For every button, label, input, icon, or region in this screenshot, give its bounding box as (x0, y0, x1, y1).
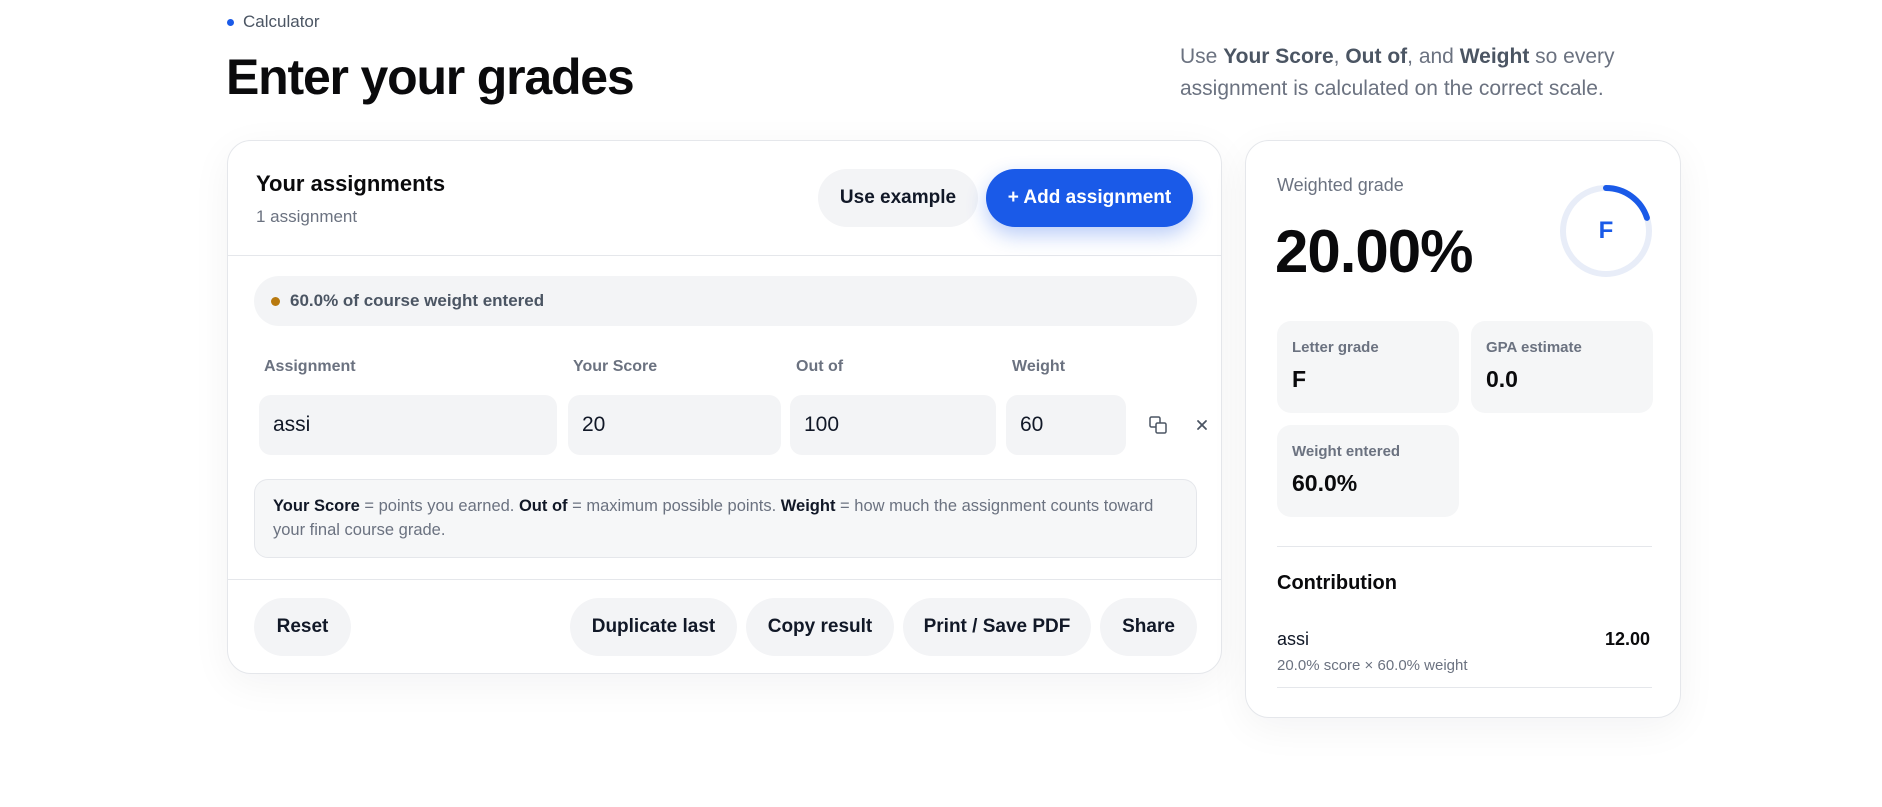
weight-entered-stat: Weight entered 60.0% (1277, 425, 1459, 517)
gpa-estimate-stat: GPA estimate 0.0 (1471, 321, 1653, 413)
grade-ring-letter: F (1598, 217, 1614, 244)
contribution-value: 12.00 (1604, 629, 1650, 649)
print-pdf-button[interactable]: Print / Save PDF (903, 598, 1091, 656)
bullet-dot-icon (227, 18, 234, 26)
assignments-card: Your assignments 1 assignment Use exampl… (227, 140, 1222, 674)
breadcrumb: Calculator (227, 12, 320, 32)
letter-grade-value: F (1292, 366, 1307, 392)
weighted-grade-value: 20.00% (1275, 218, 1473, 285)
gpa-estimate-value: 0.0 (1486, 366, 1518, 392)
share-button[interactable]: Share (1100, 598, 1197, 656)
duplicate-last-button[interactable]: Duplicate last (570, 598, 737, 656)
use-example-button[interactable]: Use example (818, 169, 978, 227)
reset-button[interactable]: Reset (254, 598, 351, 656)
intro-text: Use Your Score, Out of, and Weight so ev… (1180, 45, 1615, 100)
assignment-count: 1 assignment (256, 207, 358, 226)
weight-status-text: 60.0% of course weight entered (290, 291, 545, 310)
assignments-title: Your assignments (256, 171, 446, 196)
assignments-header: Your assignments 1 assignment Use exampl… (228, 141, 1221, 256)
weight-entered-value: 60.0% (1292, 470, 1358, 496)
column-header-outof: Out of (796, 358, 844, 375)
add-assignment-button[interactable]: + Add assignment (986, 169, 1193, 227)
weight-entered-label: Weight entered (1292, 443, 1401, 460)
letter-grade-label: Letter grade (1292, 339, 1379, 356)
close-icon[interactable] (1188, 411, 1216, 439)
weight-status-badge: 60.0% of course weight entered (254, 276, 1197, 326)
weight-input[interactable] (1006, 395, 1126, 455)
field-help-note: Your Score = points you earned. Out of =… (254, 479, 1197, 558)
warning-dot-icon (271, 296, 280, 306)
copy-result-button[interactable]: Copy result (746, 598, 894, 656)
letter-grade-stat: Letter grade F (1277, 321, 1459, 413)
contribution-name: assi (1277, 629, 1310, 649)
outof-input[interactable] (790, 395, 996, 455)
page-title: Enter your grades (226, 49, 635, 105)
assignments-footer: Reset Duplicate last Copy result Print /… (228, 579, 1221, 674)
score-input[interactable] (568, 395, 781, 455)
column-header-weight: Weight (1012, 358, 1066, 375)
contribution-detail: 20.0% score × 60.0% weight (1277, 657, 1468, 674)
column-header-score: Your Score (573, 358, 658, 375)
duplicate-row-icon[interactable] (1144, 411, 1172, 439)
divider (1277, 687, 1652, 688)
weighted-grade-label: Weighted grade (1277, 175, 1404, 195)
column-header-assignment: Assignment (264, 358, 356, 375)
assignment-name-input[interactable] (259, 395, 557, 455)
result-card: Weighted grade 20.00% F Letter grade F G… (1245, 140, 1681, 718)
divider (1277, 546, 1652, 547)
contribution-title: Contribution (1277, 572, 1397, 594)
breadcrumb-label: Calculator (243, 12, 320, 31)
gpa-estimate-label: GPA estimate (1486, 339, 1582, 356)
